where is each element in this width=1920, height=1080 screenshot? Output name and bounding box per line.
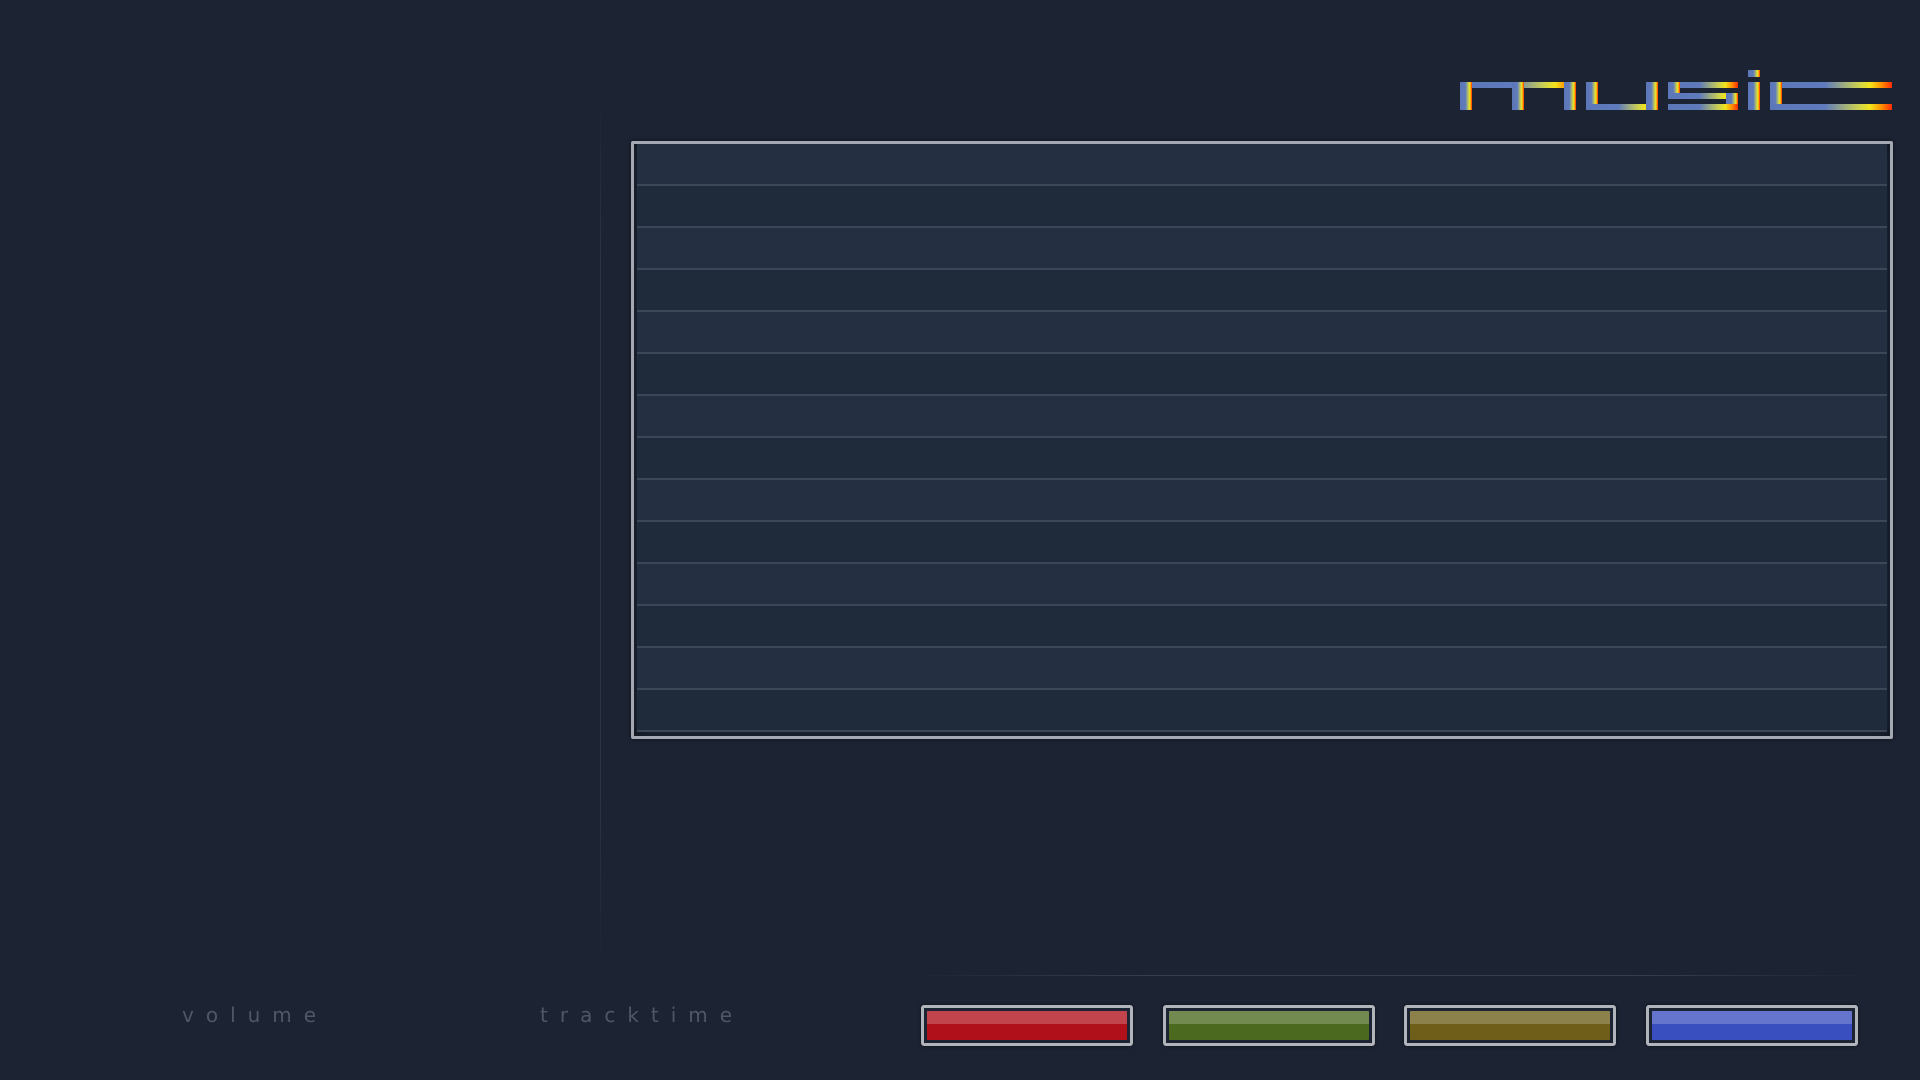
list-item[interactable]: [637, 228, 1887, 270]
list-item[interactable]: [637, 522, 1887, 564]
list-item[interactable]: [637, 144, 1887, 186]
yellow-button-fill: [1410, 1011, 1610, 1040]
blue-button[interactable]: [1646, 1005, 1858, 1046]
list-item[interactable]: [637, 186, 1887, 228]
list-item[interactable]: [637, 480, 1887, 522]
blue-button-fill: [1652, 1011, 1852, 1040]
list-item[interactable]: [637, 354, 1887, 396]
list-item[interactable]: [637, 438, 1887, 480]
volume-label: volume: [182, 1003, 329, 1027]
list-item[interactable]: [637, 270, 1887, 312]
music-logo: music: [1460, 70, 1892, 110]
red-button-fill: [927, 1011, 1127, 1040]
list-item[interactable]: [637, 690, 1887, 732]
list-item[interactable]: [637, 396, 1887, 438]
sidebar-divider: [600, 90, 601, 970]
footer-divider: [905, 975, 1875, 976]
green-button-fill: [1169, 1011, 1369, 1040]
tracktime-label: tracktime: [540, 1003, 745, 1027]
list-item[interactable]: [637, 648, 1887, 690]
red-button[interactable]: [921, 1005, 1133, 1046]
list-item[interactable]: [637, 312, 1887, 354]
media-center-screen: music volume tracktime: [0, 0, 1920, 1080]
track-list-panel[interactable]: [631, 141, 1893, 739]
green-button[interactable]: [1163, 1005, 1375, 1046]
list-item[interactable]: [637, 606, 1887, 648]
yellow-button[interactable]: [1404, 1005, 1616, 1046]
list-item[interactable]: [637, 564, 1887, 606]
